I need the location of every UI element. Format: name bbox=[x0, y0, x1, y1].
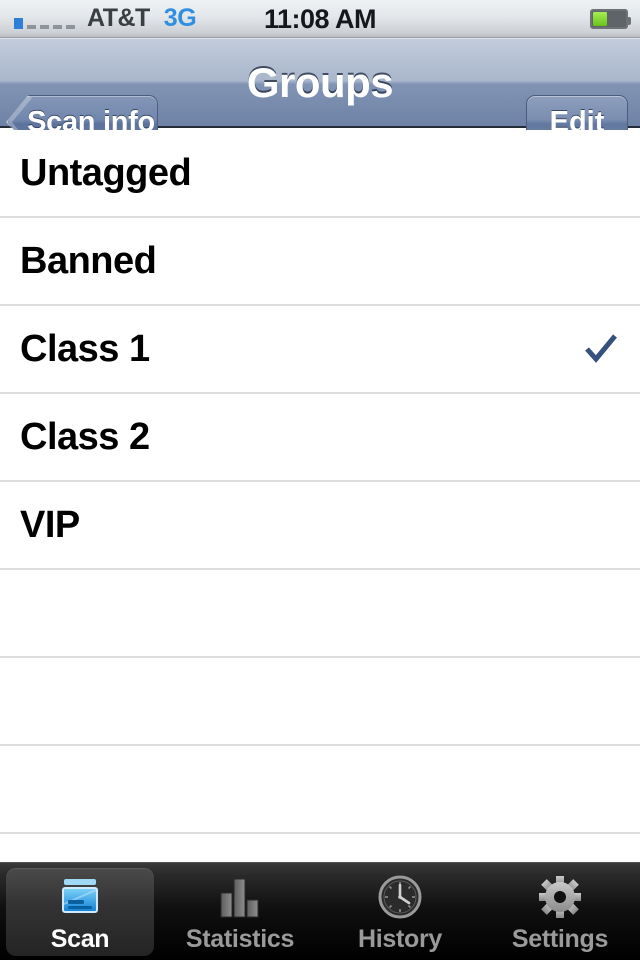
battery-icon bbox=[590, 9, 631, 29]
gear-icon bbox=[534, 873, 586, 921]
tab-item-settings[interactable]: Settings bbox=[480, 863, 640, 960]
table-row[interactable]: VIP bbox=[0, 482, 640, 570]
table-row bbox=[0, 746, 640, 834]
table-row-label: Class 2 bbox=[20, 415, 150, 458]
table-row-label: Class 1 bbox=[20, 327, 150, 370]
battery-nub bbox=[627, 17, 631, 25]
tab-label: Settings bbox=[511, 925, 609, 953]
tab-item-scan[interactable]: Scan bbox=[0, 863, 160, 960]
checkmark-icon bbox=[584, 332, 618, 366]
table-row[interactable]: Banned bbox=[0, 218, 640, 306]
table-row bbox=[0, 658, 640, 746]
clock-icon bbox=[374, 873, 426, 921]
table-row[interactable]: Untagged bbox=[0, 130, 640, 218]
navigation-bar: Scan info Groups Edit bbox=[0, 38, 640, 149]
status-bar: AT&T 3G 11:08 AM bbox=[0, 0, 640, 38]
table-row[interactable]: Class 1 bbox=[0, 306, 640, 394]
scan-card-icon bbox=[54, 873, 106, 921]
tab-item-history[interactable]: History bbox=[320, 863, 480, 960]
tab-bar: Scan Statistics History Settings bbox=[0, 862, 640, 960]
table-row-label: Banned bbox=[20, 239, 157, 282]
app-screen: AT&T 3G 11:08 AM Scan info Groups Edit U… bbox=[0, 0, 640, 960]
status-bar-clock: 11:08 AM bbox=[263, 4, 377, 34]
battery-fill bbox=[593, 12, 608, 26]
table-row-label: VIP bbox=[20, 503, 80, 546]
tab-label: Scan bbox=[50, 925, 110, 953]
tab-label: Statistics bbox=[185, 925, 295, 953]
groups-table-view[interactable]: Untagged Banned Class 1 Class 2 VIP bbox=[0, 130, 640, 922]
bar-chart-icon bbox=[214, 873, 266, 921]
table-row bbox=[0, 570, 640, 658]
tab-item-statistics[interactable]: Statistics bbox=[160, 863, 320, 960]
tab-label: History bbox=[357, 925, 443, 953]
table-row[interactable]: Class 2 bbox=[0, 394, 640, 482]
table-row-label: Untagged bbox=[20, 151, 192, 194]
